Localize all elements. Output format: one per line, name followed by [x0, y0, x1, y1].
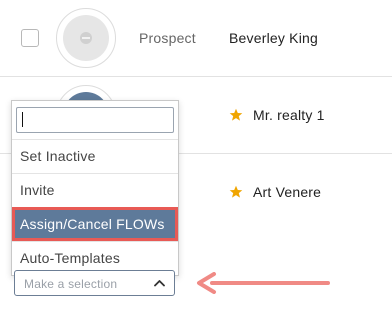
option-assign-cancel-flows[interactable]: Assign/Cancel FLOWs [12, 207, 178, 241]
status-cell: Prospect [139, 30, 196, 46]
avatar-placeholder-icon [63, 15, 109, 61]
chevron-up-icon [154, 280, 165, 287]
avatar-glyph-icon [80, 32, 92, 44]
name-cell[interactable]: Beverley King [229, 30, 318, 46]
action-select[interactable]: Make a selection [14, 270, 175, 296]
text-caret [22, 112, 23, 127]
option-set-inactive[interactable]: Set Inactive [12, 139, 178, 173]
name-cell[interactable]: Mr. realty 1 [253, 107, 325, 123]
dropdown-search-input[interactable] [16, 107, 174, 133]
avatar [56, 8, 116, 68]
name-cell[interactable]: Art Venere [253, 184, 321, 200]
table-row[interactable]: Prospect Beverley King [0, 0, 392, 77]
star-icon[interactable] [229, 185, 243, 199]
option-invite[interactable]: Invite [12, 173, 178, 207]
select-placeholder: Make a selection [24, 277, 118, 291]
bulk-action-dropdown: Set Inactive Invite Assign/Cancel FLOWs … [11, 100, 179, 276]
star-icon[interactable] [229, 108, 243, 122]
arrow-left-icon [197, 272, 330, 294]
row-checkbox[interactable] [21, 29, 39, 47]
